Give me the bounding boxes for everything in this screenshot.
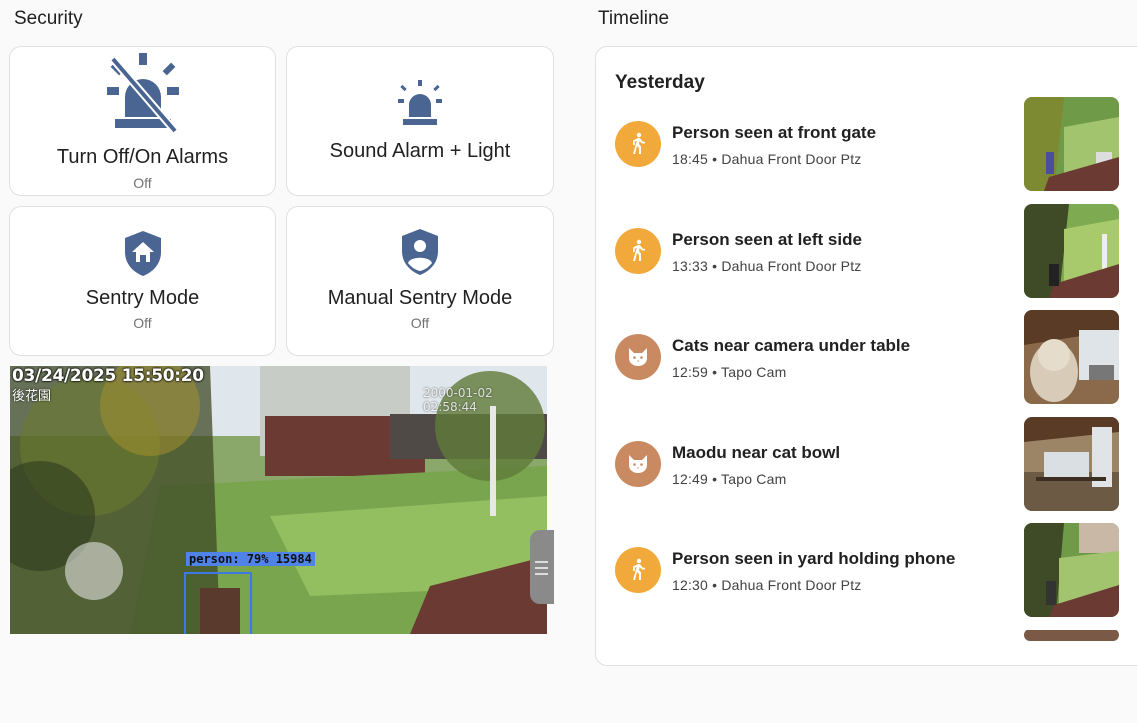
event-badge (615, 121, 661, 167)
camera-timestamp: 03/24/2025 15:50:20 (12, 366, 204, 386)
detection-box (184, 572, 252, 634)
shield-home-icon (123, 229, 163, 282)
detection-label: person: 79% 15984 (186, 552, 315, 566)
event-meta: 12:49 • Tapo Cam (672, 471, 787, 487)
menu-icon (535, 561, 548, 575)
camera-overlay-name: 後花園 (12, 388, 52, 403)
event-thumbnail[interactable] (1024, 417, 1119, 511)
card-state: Off (410, 315, 430, 331)
timeline-event[interactable]: Cats near camera under table 12:59 • Tap… (596, 310, 1137, 404)
event-badge (615, 547, 661, 593)
event-thumbnail[interactable] (1024, 204, 1119, 298)
card-state: Off (133, 315, 152, 331)
event-badge (615, 228, 661, 274)
card-state: Off (133, 175, 152, 191)
event-thumbnail[interactable] (1024, 310, 1119, 404)
event-title: Person seen at front gate (672, 123, 877, 142)
timeline-event[interactable]: Person seen at front gate 18:45 • Dahua … (596, 97, 1137, 191)
timeline-day-label: Yesterday (615, 72, 705, 93)
alarm-light-off-icon (103, 51, 183, 140)
timeline-event[interactable]: Person seen in yard holding phone 12:30 … (596, 523, 1137, 617)
timeline-section-title: Timeline (598, 8, 670, 29)
timeline-event[interactable]: Person seen at left side 13:33 • Dahua F… (596, 204, 1137, 298)
ptz-control-dot[interactable] (65, 542, 123, 600)
timeline-event[interactable]: Maodu near cat bowl 12:49 • Tapo Cam (596, 417, 1137, 511)
event-title: Person seen at left side (672, 230, 862, 249)
card-label: Sentry Mode (85, 287, 200, 309)
event-meta: 18:45 • Dahua Front Door Ptz (672, 151, 862, 167)
manual-sentry-mode-card[interactable]: Manual Sentry Mode Off (286, 206, 554, 356)
card-label: Turn Off/On Alarms (56, 146, 229, 168)
event-title: Maodu near cat bowl (672, 443, 841, 462)
event-meta: 12:30 • Dahua Front Door Ptz (672, 577, 862, 593)
event-thumbnail[interactable] (1024, 629, 1119, 641)
alarms-toggle-card[interactable]: Turn Off/On Alarms Off (9, 46, 276, 196)
sentry-mode-card[interactable]: Sentry Mode Off (9, 206, 276, 356)
event-badge (615, 334, 661, 380)
security-section-title: Security (14, 8, 83, 29)
card-label: Manual Sentry Mode (327, 287, 513, 309)
event-meta: 12:59 • Tapo Cam (672, 364, 787, 380)
event-badge (615, 441, 661, 487)
event-title: Cats near camera under table (672, 336, 911, 355)
alarm-light-icon (396, 79, 444, 132)
camera-secondary-timestamp: 2000-01-02 02:58:44 (423, 386, 493, 414)
timeline-event-partial[interactable] (596, 629, 1137, 723)
card-label: Sound Alarm + Light (329, 140, 511, 162)
shield-account-icon (400, 227, 440, 282)
timeline-card: Yesterday Person seen at front gate 18:4… (595, 46, 1137, 666)
sound-alarm-card[interactable]: Sound Alarm + Light (286, 46, 554, 196)
camera-feed[interactable]: 03/24/2025 15:50:20 後花園 2000-01-02 02:58… (10, 366, 547, 634)
event-meta: 13:33 • Dahua Front Door Ptz (672, 258, 862, 274)
drawer-handle[interactable] (530, 530, 554, 604)
event-title: Person seen in yard holding phone (672, 549, 956, 568)
event-thumbnail[interactable] (1024, 97, 1119, 191)
event-thumbnail[interactable] (1024, 523, 1119, 617)
